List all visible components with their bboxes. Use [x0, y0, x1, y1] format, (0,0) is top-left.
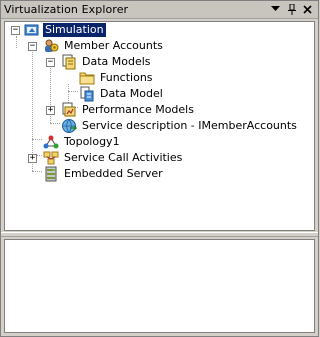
tree-item-label: Data Model [100, 87, 163, 100]
member-accounts-collapse-toggle[interactable]: − [28, 42, 37, 51]
tree-item-label: Topology1 [64, 135, 120, 148]
tree-item-label: Simulation [43, 23, 106, 37]
details-pane [4, 239, 315, 333]
performance-models-icon [62, 102, 76, 117]
tree-item-label: Service Call Activities [64, 151, 183, 164]
tree-item-label: Embedded Server [64, 167, 163, 180]
tree-item-label: Functions [100, 71, 153, 84]
data-model-icon [80, 86, 94, 102]
tree-item-data-models[interactable]: Data Models [61, 54, 153, 70]
tree-item-member-accounts[interactable]: Member Accounts [43, 38, 165, 54]
tree-item-embedded-server[interactable]: Embedded Server [43, 166, 165, 182]
folder-icon [79, 72, 95, 85]
tree-item-topology[interactable]: Topology1 [43, 134, 122, 150]
topology-icon [43, 135, 59, 149]
tree-item-label: Service description - IMemberAccounts [82, 119, 297, 132]
tree-item-performance-models[interactable]: Performance Models [61, 102, 196, 118]
data-models-collapse-toggle[interactable]: − [46, 58, 55, 67]
service-call-activities-expand-toggle[interactable]: + [28, 154, 37, 163]
performance-models-expand-toggle[interactable]: + [46, 106, 55, 115]
tree-item-label: Member Accounts [64, 39, 163, 52]
tree-item-data-model[interactable]: Data Model [79, 86, 165, 102]
tree-view[interactable]: − Simulation − Member Accounts − Data Mo… [4, 21, 315, 231]
tree-item-label: Performance Models [82, 103, 194, 116]
service-call-activities-icon [43, 151, 59, 165]
tree-item-label: Data Models [82, 55, 151, 68]
data-models-icon [62, 54, 76, 70]
panel-title: Virtualization Explorer [4, 3, 129, 16]
server-icon [45, 166, 57, 182]
service-description-icon [62, 119, 77, 133]
tree-item-service-call-activities[interactable]: Service Call Activities [43, 150, 184, 166]
pin-icon[interactable] [285, 2, 298, 16]
panel-titlebar: Virtualization Explorer [1, 1, 318, 19]
tree-item-service-description[interactable]: Service description - IMemberAccounts [61, 118, 299, 134]
close-icon[interactable] [301, 2, 314, 16]
tree-item-simulation[interactable]: Simulation [24, 22, 106, 38]
dropdown-icon[interactable] [269, 2, 282, 16]
simulation-icon [24, 24, 39, 36]
tree-item-functions[interactable]: Functions [79, 70, 155, 86]
simulation-collapse-toggle[interactable]: − [11, 26, 20, 35]
virtualization-explorer-panel: Virtualization Explorer − Simulation − M… [0, 0, 319, 337]
users-service-icon [45, 39, 59, 52]
pane-splitter[interactable] [1, 232, 318, 237]
